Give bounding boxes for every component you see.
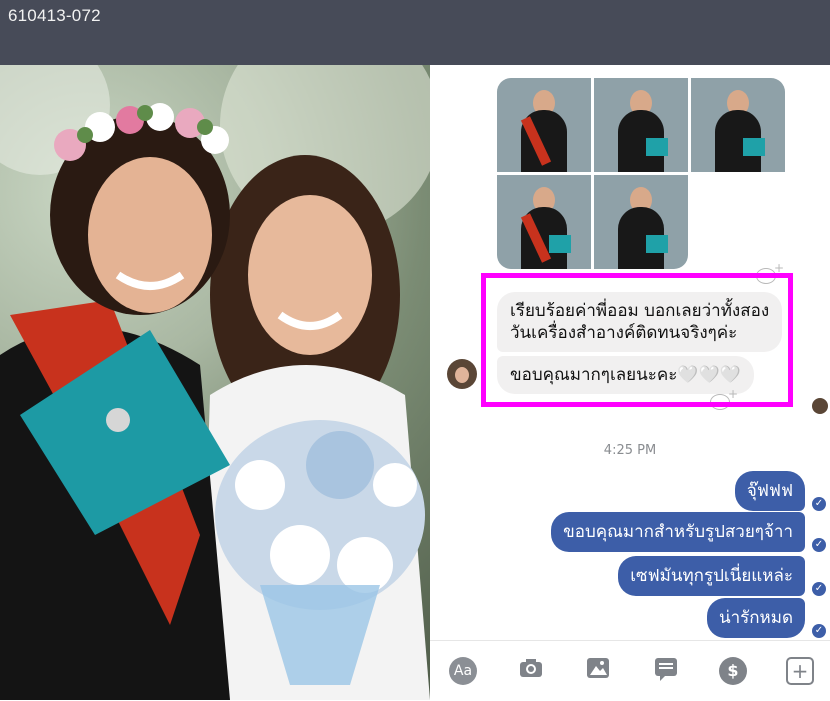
image-icon[interactable] (584, 657, 612, 685)
message-text: ขอบคุณมากสำหรับรูปสวยๆจ้าา (563, 522, 793, 542)
photo-thumbnail[interactable] (497, 175, 591, 269)
window-title: 610413-072 (8, 6, 101, 25)
highlight-box (481, 273, 793, 407)
graduation-photo-illustration (0, 65, 430, 700)
shared-photo[interactable] (0, 65, 430, 700)
message-text: เซฟมันทุกรูปเนี่ยแหล่ะ (630, 566, 793, 586)
outgoing-message[interactable]: เซฟมันทุกรูปเนี่ยแหล่ะ (618, 556, 805, 596)
photo-thumbnail[interactable] (594, 175, 688, 269)
plus-icon[interactable]: + (786, 657, 814, 685)
outgoing-message[interactable]: จุ๊ฟฟฟ (734, 471, 805, 511)
photo-thumbnail[interactable] (691, 78, 785, 172)
contact-avatar[interactable] (447, 359, 477, 389)
delivered-check-icon: ✓ (812, 582, 826, 596)
composer-toolbar: Aa $ + (430, 640, 830, 701)
text-format-icon[interactable]: Aa (449, 657, 477, 685)
seen-avatar (812, 398, 828, 414)
message-text: จุ๊ฟฟฟ (746, 481, 793, 501)
photo-thumbnail[interactable] (497, 78, 591, 172)
title-bar: 610413-072 (0, 0, 830, 65)
delivered-check-icon: ✓ (812, 538, 826, 552)
sticker-icon[interactable] (652, 657, 680, 685)
message-timestamp: 4:25 PM (603, 443, 657, 458)
delivered-check-icon: ✓ (812, 624, 826, 638)
delivered-check-icon: ✓ (812, 497, 826, 511)
outgoing-message[interactable]: น่ารักหมด (706, 598, 805, 638)
outgoing-message[interactable]: ขอบคุณมากสำหรับรูปสวยๆจ้าา (551, 512, 805, 552)
camera-icon[interactable] (517, 657, 545, 685)
message-text: น่ารักหมด (718, 608, 793, 628)
payment-icon[interactable]: $ (719, 657, 747, 685)
photo-thumbnail[interactable] (594, 78, 688, 172)
